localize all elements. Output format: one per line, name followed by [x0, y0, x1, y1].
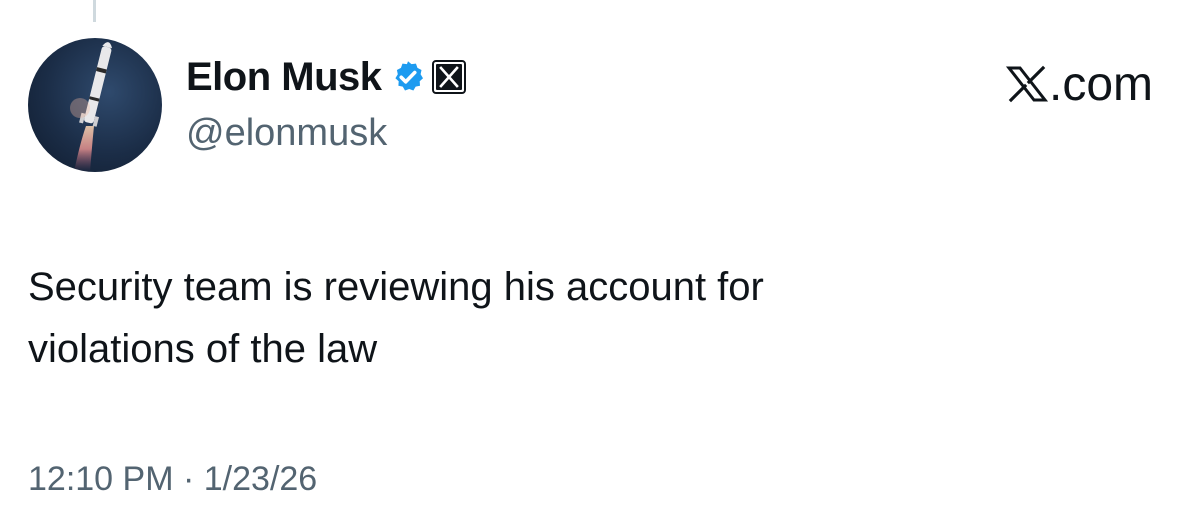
tweet-text-line: Security team is reviewing his account f… [28, 265, 764, 309]
thread-line [93, 0, 96, 22]
tweet-time: 12:10 PM [28, 460, 174, 498]
rocket-avatar-image [70, 42, 113, 172]
tweet-text: Security team is reviewing his account f… [28, 256, 1128, 380]
timestamp-separator: · [182, 460, 195, 498]
x-logo-icon [1005, 62, 1049, 106]
tweet-timestamp[interactable]: 12:10 PM · 1/23/26 [28, 460, 317, 499]
verified-badge-icon [390, 59, 426, 95]
author-name-row: Elon Musk [186, 52, 466, 102]
author-handle[interactable]: @elonmusk [186, 112, 387, 155]
brand-domain: .com [1048, 57, 1153, 111]
x-logo-icon [431, 60, 466, 94]
tweet-date: 1/23/26 [203, 460, 318, 498]
tweet-text-line: violations of the law [28, 327, 378, 371]
tweet-card: Elon Musk @elonmusk .com Security team i… [0, 0, 1199, 527]
avatar[interactable] [28, 38, 162, 172]
brand-mark: .com [1005, 56, 1153, 112]
author-display-name[interactable]: Elon Musk [186, 55, 382, 100]
